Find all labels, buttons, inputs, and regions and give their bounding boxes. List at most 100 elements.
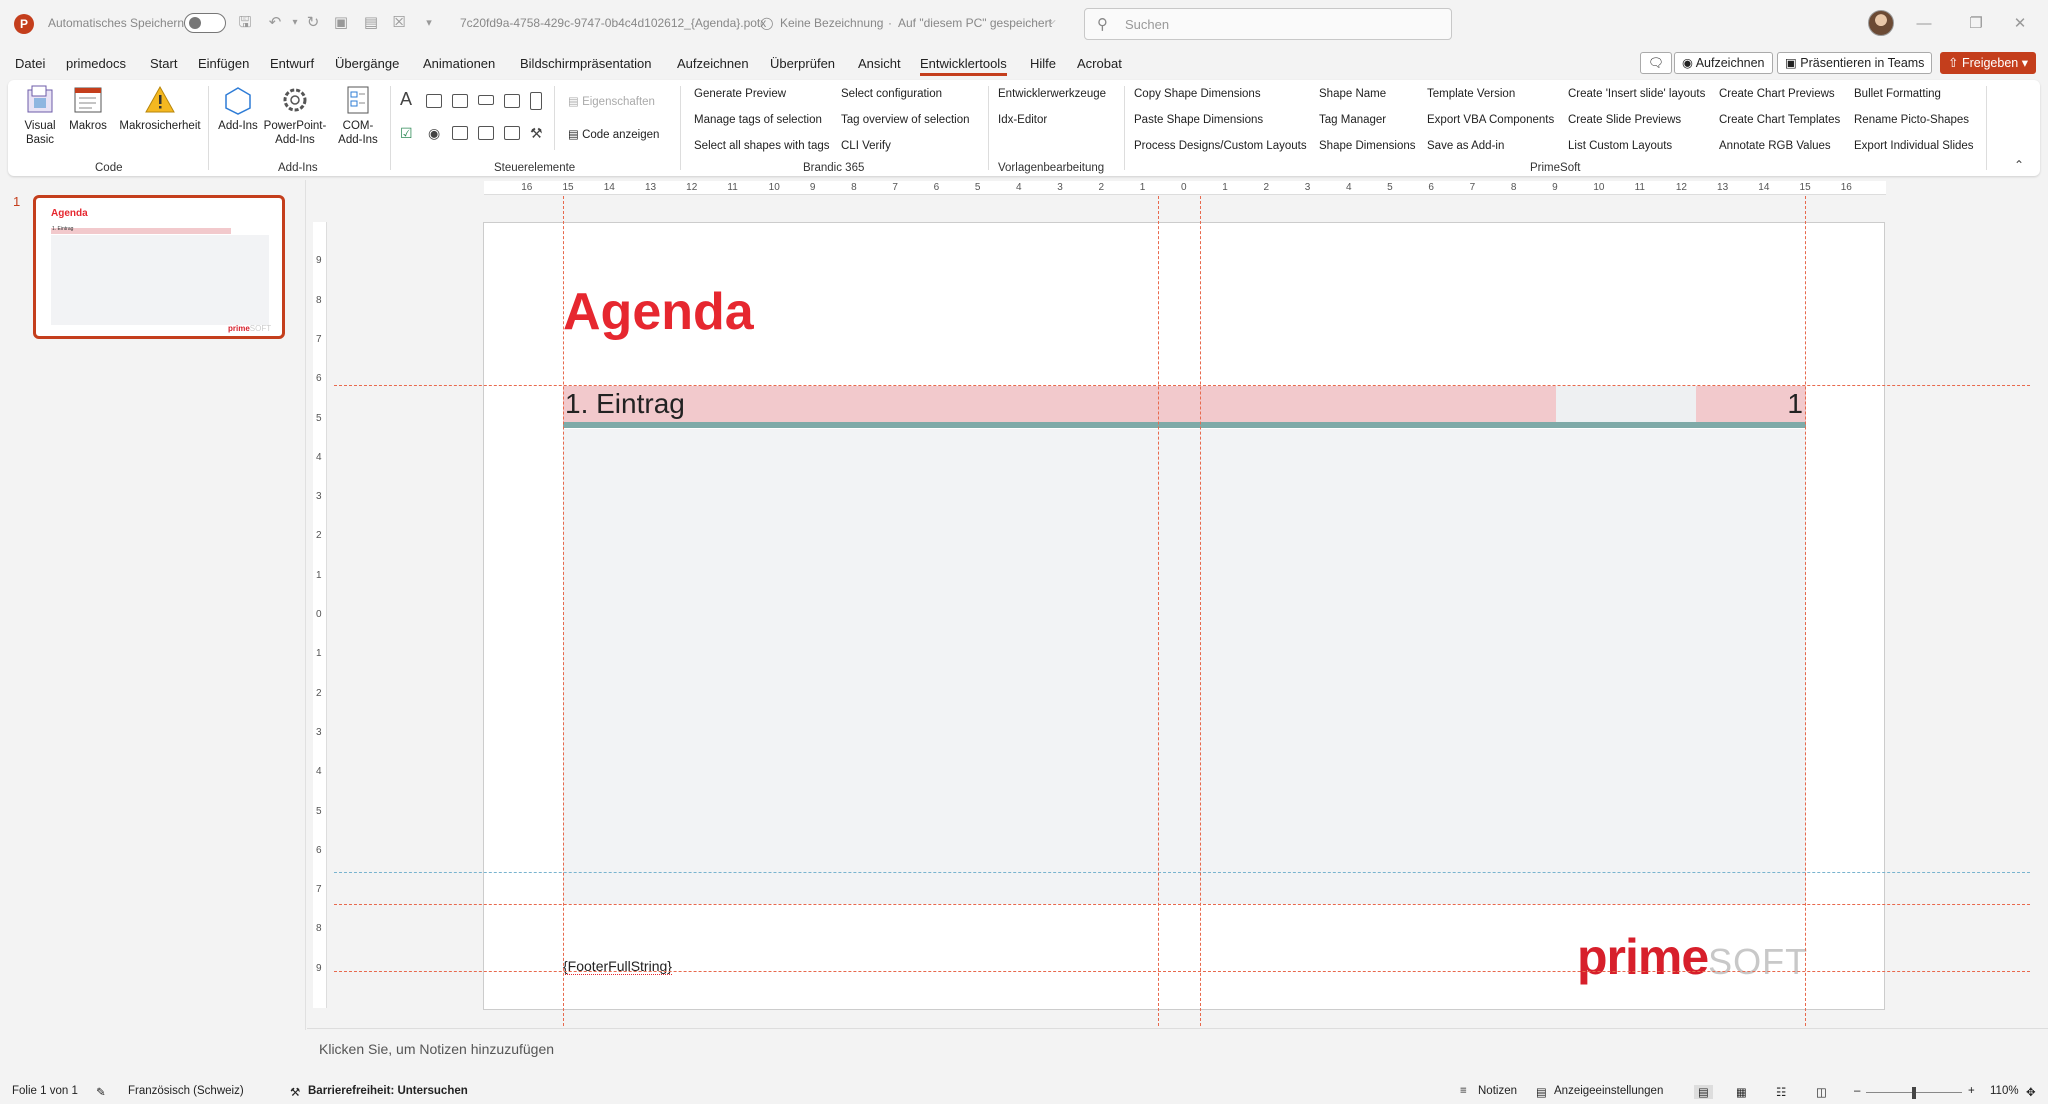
agenda-entry-text[interactable]: 1. Eintrag [565,386,685,422]
image-control-icon[interactable] [504,94,520,108]
slideshow-icon[interactable]: ◫ [1816,1085,1827,1099]
shape-name-button[interactable]: Shape Name [1319,88,1386,100]
com-add-ins-button[interactable]: COM-Add-Ins [334,84,382,147]
accessibility-check[interactable]: Barrierefreiheit: Untersuchen [308,1085,468,1097]
export-vba-button[interactable]: Export VBA Components [1427,114,1554,126]
language-indicator[interactable]: Französisch (Schweiz) [128,1085,244,1097]
listbox-control-icon[interactable] [452,126,468,140]
zoom-level[interactable]: 110% [1990,1085,2019,1097]
notes-pane[interactable]: Klicken Sie, um Notizen hinzuzufügen [307,1028,2048,1068]
paste-shape-dimensions-button[interactable]: Paste Shape Dimensions [1134,114,1263,126]
tab-uebergaenge[interactable]: Übergänge [335,56,399,71]
avatar[interactable] [1868,10,1894,36]
visual-basic-button[interactable]: Visual Basic [18,84,62,147]
macros-button[interactable]: Makros [66,84,110,133]
tab-bildschirmpraesentation[interactable]: Bildschirmpräsentation [520,56,652,71]
tab-acrobat[interactable]: Acrobat [1077,56,1122,71]
combobox-control-icon[interactable] [478,126,494,140]
guide-line[interactable] [334,385,2030,386]
powerpoint-add-ins-button[interactable]: PowerPoint-Add-Ins [260,84,330,147]
notes-button[interactable]: Notizen [1478,1085,1517,1097]
macro-security-button[interactable]: Makrosicherheit [112,84,208,133]
close-file-icon[interactable]: ☒ [390,14,408,32]
tab-primedocs[interactable]: primedocs [66,56,126,71]
tag-manager-button[interactable]: Tag Manager [1319,114,1386,126]
view-code-button[interactable]: ▤ Code anzeigen [568,127,659,141]
tab-start[interactable]: Start [150,56,177,71]
annotate-rgb-button[interactable]: Annotate RGB Values [1719,140,1831,152]
redo-icon[interactable]: ↻ [304,14,322,32]
agenda-entry-bar[interactable] [563,386,1556,422]
tab-ansicht[interactable]: Ansicht [858,56,901,71]
guide-line[interactable] [563,196,564,1026]
from-beginning-icon[interactable]: ▣ [332,14,350,32]
guide-line[interactable] [1158,196,1159,1026]
guide-line[interactable] [334,872,2030,873]
spin-control-icon[interactable] [452,94,468,108]
record-button[interactable]: ◉ Aufzeichnen [1674,52,1773,74]
share-button[interactable]: ⇧ Freigeben ▾ [1940,52,2037,74]
undo-icon[interactable]: ↶ [266,14,284,32]
chevron-down-icon[interactable]: ⌵ [1048,16,1056,27]
add-ins-button[interactable]: Add-Ins [216,84,260,133]
create-chart-templates-button[interactable]: Create Chart Templates [1719,114,1840,126]
tab-datei[interactable]: Datei [15,56,45,71]
select-configuration-button[interactable]: Select configuration [841,88,942,100]
tab-animationen[interactable]: Animationen [423,56,495,71]
search-box[interactable]: ⚲ Suchen [1084,8,1452,40]
rename-picto-shapes-button[interactable]: Rename Picto-Shapes [1854,114,1969,126]
save-location[interactable]: Auf "diesem PC" gespeichert [898,16,1052,30]
guide-line[interactable] [334,971,2030,972]
undo-dropdown-icon[interactable]: ▾ [286,14,304,32]
display-settings-button[interactable]: Anzeigeeinstellungen [1554,1085,1663,1097]
tab-hilfe[interactable]: Hilfe [1030,56,1056,71]
zoom-out-icon[interactable]: – [1854,1085,1860,1097]
guide-line[interactable] [334,904,2030,905]
manage-tags-button[interactable]: Manage tags of selection [694,114,822,126]
template-version-button[interactable]: Template Version [1427,88,1515,100]
guide-line[interactable] [1805,196,1806,1026]
tab-entwicklertools[interactable]: Entwicklertools [920,56,1007,76]
create-slide-previews-button[interactable]: Create Slide Previews [1568,114,1681,126]
restore-icon[interactable]: ❐ [1966,14,1986,34]
customize-qat-icon[interactable]: ▾ [420,14,438,32]
normal-view-icon[interactable]: ▤ [1694,1085,1713,1099]
bullet-formatting-button[interactable]: Bullet Formatting [1854,88,1941,100]
comments-button[interactable]: 🗨 [1640,52,1672,74]
tab-einfuegen[interactable]: Einfügen [198,56,249,71]
copy-shape-dimensions-button[interactable]: Copy Shape Dimensions [1134,88,1261,100]
collapse-ribbon-icon[interactable]: ⌃ [2014,158,2024,172]
fit-to-window-icon[interactable]: ✥ [2026,1085,2036,1099]
close-icon[interactable]: ✕ [2010,14,2030,34]
developer-tools-button[interactable]: Entwicklerwerkzeuge [998,88,1106,100]
option-control-icon[interactable]: ◉ [428,126,440,140]
zoom-in-icon[interactable]: + [1968,1085,1975,1097]
checkbox-control-icon[interactable]: ☑ [400,126,413,140]
tab-entwurf[interactable]: Entwurf [270,56,314,71]
content-placeholder[interactable] [563,429,1806,904]
slide-sorter-icon[interactable]: ▦ [1736,1085,1747,1099]
shape-dimensions-button[interactable]: Shape Dimensions [1319,140,1416,152]
minimize-icon[interactable]: — [1914,14,1934,34]
generate-preview-button[interactable]: Generate Preview [694,88,786,100]
slide-title[interactable]: Agenda [563,282,754,342]
export-individual-slides-button[interactable]: Export Individual Slides [1854,140,1974,152]
save-icon[interactable]: 🖫 [236,14,254,32]
sensitivity-label[interactable]: Keine Bezeichnung [780,16,883,30]
tag-overview-button[interactable]: Tag overview of selection [841,114,969,126]
more-controls-icon[interactable]: ⚒ [530,126,543,140]
toggle-control-icon[interactable] [504,126,520,140]
present-in-teams-button[interactable]: ▣ Präsentieren in Teams [1777,52,1933,74]
scrollbar-control-icon[interactable] [530,92,542,110]
tab-ueberpruefen[interactable]: Überprüfen [770,56,835,71]
create-chart-previews-button[interactable]: Create Chart Previews [1719,88,1835,100]
properties-button[interactable]: ▤ Eigenschaften [568,94,655,108]
list-custom-layouts-button[interactable]: List Custom Layouts [1568,140,1672,152]
select-shapes-with-tags-button[interactable]: Select all shapes with tags [694,140,830,152]
zoom-slider-handle[interactable] [1912,1087,1916,1099]
present-icon[interactable]: ▤ [362,14,380,32]
button-control-icon[interactable] [478,95,494,105]
idx-editor-button[interactable]: Idx-Editor [998,114,1047,126]
cli-verify-button[interactable]: CLI Verify [841,140,891,152]
save-as-addin-button[interactable]: Save as Add-in [1427,140,1504,152]
